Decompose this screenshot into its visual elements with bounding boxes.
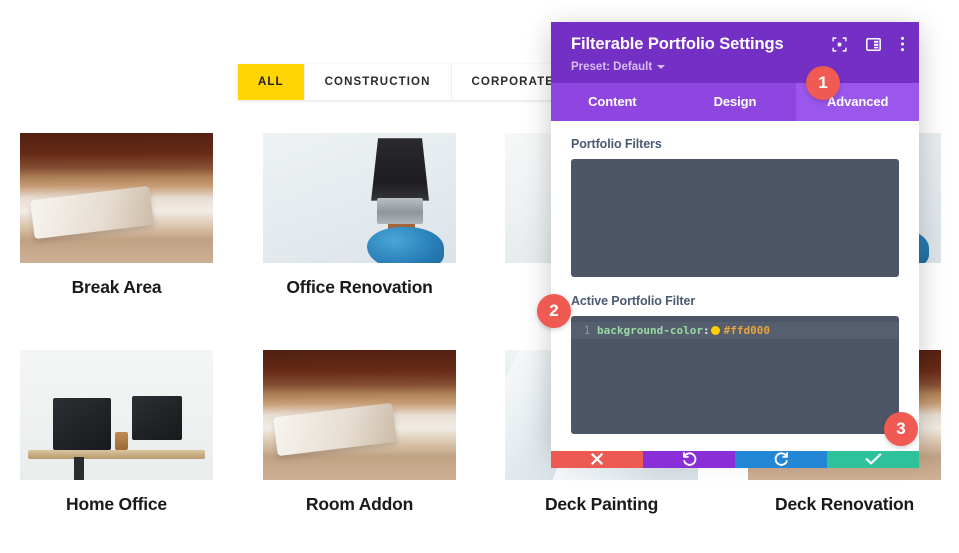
css-value-token: #ffd000 <box>723 323 770 337</box>
portfolio-item-title: Break Area <box>71 277 162 297</box>
preset-selector[interactable]: Preset: Default <box>571 61 899 73</box>
portfolio-thumbnail[interactable] <box>20 133 213 263</box>
portfolio-item-title: Deck Renovation <box>775 494 914 514</box>
step-badge-3: 3 <box>884 412 918 446</box>
screenshot-root: Break Area Office Renovation Home Office… <box>0 0 959 553</box>
undo-icon <box>682 451 696 466</box>
portfolio-item[interactable]: Break Area <box>20 133 213 298</box>
step-badge-2: 2 <box>537 294 571 328</box>
close-icon <box>591 453 603 466</box>
panel-header-icons <box>832 36 905 52</box>
redo-button[interactable] <box>735 450 827 468</box>
panel-tabs: Content Design Advanced <box>551 82 920 121</box>
color-swatch-icon[interactable] <box>710 325 720 335</box>
line-number: 1 <box>583 323 591 337</box>
css-colon-token: : <box>702 323 710 337</box>
portfolio-item[interactable]: Office Renovation <box>263 133 456 298</box>
portfolio-item[interactable]: Room Addon <box>263 350 456 515</box>
undo-button[interactable] <box>643 450 735 468</box>
filter-tab-construction[interactable]: CONSTRUCTION <box>304 64 452 100</box>
portfolio-item-title: Office Renovation <box>286 277 433 297</box>
chevron-down-icon <box>657 64 666 69</box>
filter-tab-all[interactable]: ALL <box>238 64 305 100</box>
portfolio-thumbnail[interactable] <box>263 350 456 480</box>
portfolio-thumbnail[interactable] <box>263 133 456 263</box>
module-settings-panel: Filterable Portfolio Settings Preset: De… <box>551 22 920 468</box>
css-property-token: background-color <box>597 323 703 337</box>
portfolio-filters-label: Portfolio Filters <box>571 136 662 151</box>
portfolio-item-title: Deck Painting <box>544 494 659 514</box>
active-portfolio-filter-label: Active Portfolio Filter <box>571 293 696 308</box>
save-button[interactable] <box>827 450 919 468</box>
portfolio-item[interactable]: Home Office <box>20 350 213 515</box>
panel-header: Filterable Portfolio Settings Preset: De… <box>551 22 919 83</box>
portfolio-item-title: Home Office <box>66 494 167 514</box>
panel-action-bar <box>551 450 919 468</box>
portfolio-thumbnail[interactable] <box>20 350 213 480</box>
code-line[interactable]: 1 background-color : #ffd000 <box>571 321 899 339</box>
tab-content[interactable]: Content <box>551 83 674 121</box>
layout-panel-icon[interactable] <box>866 37 881 52</box>
panel-body: Portfolio Filters Active Portfolio Filte… <box>551 120 919 451</box>
more-vertical-icon[interactable] <box>900 36 905 52</box>
cancel-button[interactable] <box>551 450 643 468</box>
redo-icon <box>774 451 788 466</box>
portfolio-filters-code-editor[interactable] <box>571 158 899 277</box>
check-icon <box>865 453 881 465</box>
preset-label: Preset: Default <box>571 60 653 73</box>
tab-design[interactable]: Design <box>674 83 797 121</box>
step-badge-1: 1 <box>806 66 840 100</box>
portfolio-item-title: Room Addon <box>305 494 414 514</box>
active-portfolio-filter-code-editor[interactable]: 1 background-color : #ffd000 <box>571 315 899 434</box>
focus-target-icon[interactable] <box>832 36 847 52</box>
